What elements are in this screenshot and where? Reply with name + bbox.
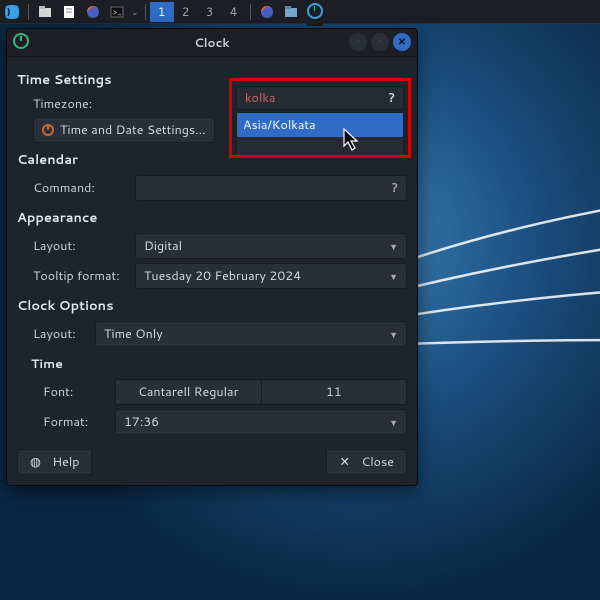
workspace-3[interactable]: 3	[198, 2, 222, 22]
clock-app-icon	[13, 33, 29, 49]
appearance-header: Appearance	[17, 209, 407, 227]
format-label: Format:	[17, 413, 107, 431]
command-input[interactable]: ?	[135, 175, 407, 201]
close-window-button[interactable]: ✕	[393, 33, 411, 51]
terminal-icon[interactable]: >_	[106, 1, 128, 23]
timezone-input[interactable]: kolka ?	[236, 86, 404, 110]
timezone-option-asia-kolkata[interactable]: Asia/Kolkata	[237, 113, 403, 137]
text-editor-icon[interactable]	[58, 1, 80, 23]
timezone-option-empty	[237, 137, 403, 157]
workspace-2[interactable]: 2	[174, 2, 198, 22]
app-menu-icon[interactable]	[1, 1, 23, 23]
command-label: Command:	[17, 179, 127, 197]
format-select[interactable]: 17:36▼	[115, 409, 407, 435]
time-subheader: Time	[31, 355, 407, 373]
chevron-down-icon: ▼	[389, 270, 398, 283]
clock-options-header: Clock Options	[17, 297, 407, 315]
clock-layout-select[interactable]: Time Only▼	[95, 321, 407, 347]
close-button[interactable]: ✕ Close	[326, 449, 407, 475]
files-icon[interactable]	[34, 1, 56, 23]
time-and-date-settings-button[interactable]: Time and Date Settings...	[33, 117, 215, 143]
font-size-button[interactable]: 11	[262, 379, 408, 405]
timezone-dropdown: Asia/Kolkata	[236, 112, 404, 158]
chevron-down-icon: ▼	[389, 328, 398, 341]
tooltip-format-select[interactable]: Tuesday 20 February 2024▼	[135, 263, 407, 289]
files-taskbtn-icon[interactable]	[280, 1, 302, 23]
font-name-button[interactable]: Cantarell Regular	[115, 379, 262, 405]
firefox-icon[interactable]	[82, 1, 104, 23]
window-titlebar[interactable]: Clock • • ✕	[7, 29, 417, 57]
terminal-dropdown-icon[interactable]: ⌄	[129, 5, 141, 18]
close-x-icon: ✕	[339, 453, 349, 471]
help-icon[interactable]: ?	[392, 179, 398, 197]
workspace-1[interactable]: 1	[150, 2, 174, 22]
help-icon[interactable]: ?	[389, 89, 395, 107]
clock-taskbtn-icon[interactable]	[304, 1, 326, 23]
clock-icon	[42, 124, 54, 136]
workspace-4[interactable]: 4	[222, 2, 246, 22]
svg-text:>_: >_	[113, 6, 122, 18]
firefox-taskbtn-icon[interactable]	[256, 1, 278, 23]
chevron-down-icon: ▼	[389, 416, 398, 429]
taskbar: >_ ⌄ 1 2 3 4	[0, 0, 600, 24]
timezone-input-value: kolka	[245, 89, 275, 107]
chevron-down-icon: ▼	[389, 240, 398, 253]
clock-layout-label: Layout:	[17, 325, 87, 343]
window-title: Clock	[194, 34, 229, 51]
help-ring-icon: ◍	[30, 453, 41, 471]
tooltip-format-label: Tooltip format:	[17, 267, 127, 285]
appearance-layout-label: Layout:	[17, 237, 127, 255]
maximize-button[interactable]: •	[371, 33, 389, 51]
font-label: Font:	[17, 383, 107, 401]
help-button[interactable]: ◍ Help	[17, 449, 92, 475]
timezone-label: Timezone:	[17, 95, 127, 113]
appearance-layout-select[interactable]: Digital▼	[135, 233, 407, 259]
minimize-button[interactable]: •	[349, 33, 367, 51]
